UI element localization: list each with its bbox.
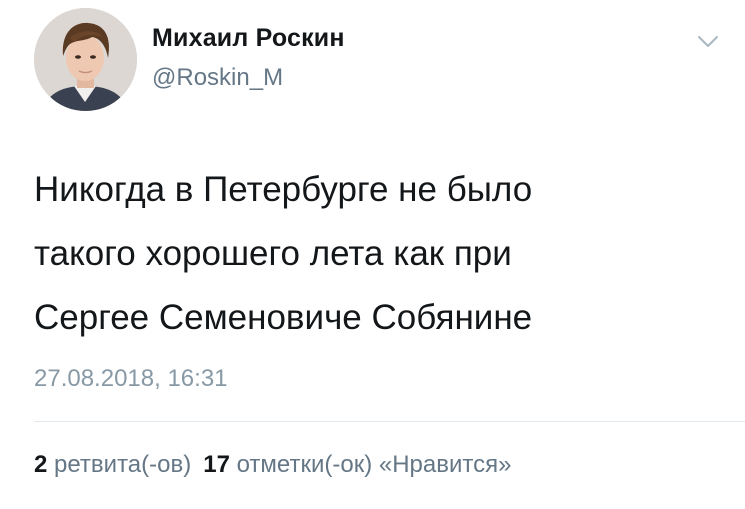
tweet-text: Никогда в Петербурге не было такого хоро…	[34, 158, 714, 350]
author-handle[interactable]: @Roskin_M	[152, 64, 283, 92]
tweet-text-line: такого хорошего лета как при	[34, 234, 512, 273]
avatar[interactable]	[34, 8, 137, 111]
tweet-stats: 2 ретвита(-ов) 17 отметки(-ок) «Нравится»	[34, 451, 511, 479]
chevron-down-icon[interactable]	[697, 34, 719, 50]
avatar-photo	[34, 8, 137, 111]
likes-stat[interactable]: 17 отметки(-ок) «Нравится»	[203, 451, 511, 478]
likes-label: отметки(-ок) «Нравится»	[236, 451, 512, 478]
tweet-text-line: Никогда в Петербурге не было	[34, 170, 533, 209]
retweets-label: ретвита(-ов)	[54, 451, 192, 478]
tweet-timestamp[interactable]: 27.08.2018, 16:31	[34, 365, 228, 393]
tweet-card: Михаил Роскин @Roskin_M Никогда в Петерб…	[0, 0, 745, 509]
retweets-stat[interactable]: 2 ретвита(-ов)	[34, 451, 191, 478]
tweet-text-line: Сергее Семеновиче Собянине	[34, 298, 533, 337]
retweets-count: 2	[34, 451, 48, 478]
likes-count: 17	[203, 451, 230, 478]
divider	[34, 421, 745, 422]
author-display-name[interactable]: Михаил Роскин	[152, 24, 345, 53]
